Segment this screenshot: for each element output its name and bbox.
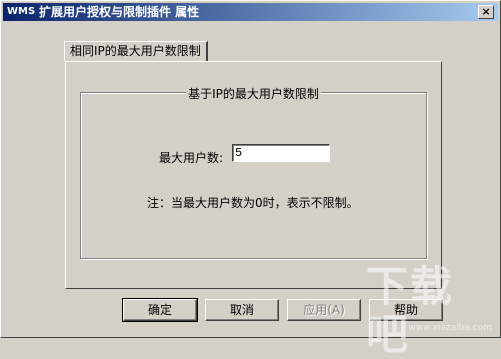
ip-limit-group: 基于IP的最大用户数限制 最大用户数: 注：当最大用户数为0时，表示不限制。: [80, 87, 427, 259]
cancel-button[interactable]: 取消: [205, 299, 279, 321]
tab-ip-max-users[interactable]: 相同IP的最大用户数限制: [64, 41, 208, 61]
watermark: 下载吧 www.xiazaiba.com: [366, 263, 496, 359]
close-button[interactable]: ×: [478, 5, 494, 19]
watermark-url: www.xiazaiba.com: [408, 323, 492, 333]
title-bar[interactable]: WMS 扩展用户授权与限制插件 属性 ×: [3, 3, 498, 21]
max-users-input[interactable]: [232, 144, 330, 162]
properties-dialog: WMS 扩展用户授权与限制插件 属性 × 相同IP的最大用户数限制 基于IP的最…: [0, 0, 501, 359]
tab-panel: 基于IP的最大用户数限制 最大用户数: 注：当最大用户数为0时，表示不限制。: [65, 61, 442, 289]
window-title: 扩展用户授权与限制插件 属性: [39, 5, 200, 19]
group-title: 基于IP的最大用户数限制: [186, 87, 321, 101]
apply-button[interactable]: 应用(A): [287, 299, 361, 321]
watermark-logo: 下载吧: [366, 262, 455, 359]
app-icon: WMS: [7, 6, 36, 17]
ok-button[interactable]: 确定: [122, 298, 198, 322]
note-text: 注：当最大用户数为0时，表示不限制。: [147, 196, 359, 210]
max-users-label: 最大用户数:: [159, 151, 224, 165]
close-icon: ×: [481, 5, 491, 18]
